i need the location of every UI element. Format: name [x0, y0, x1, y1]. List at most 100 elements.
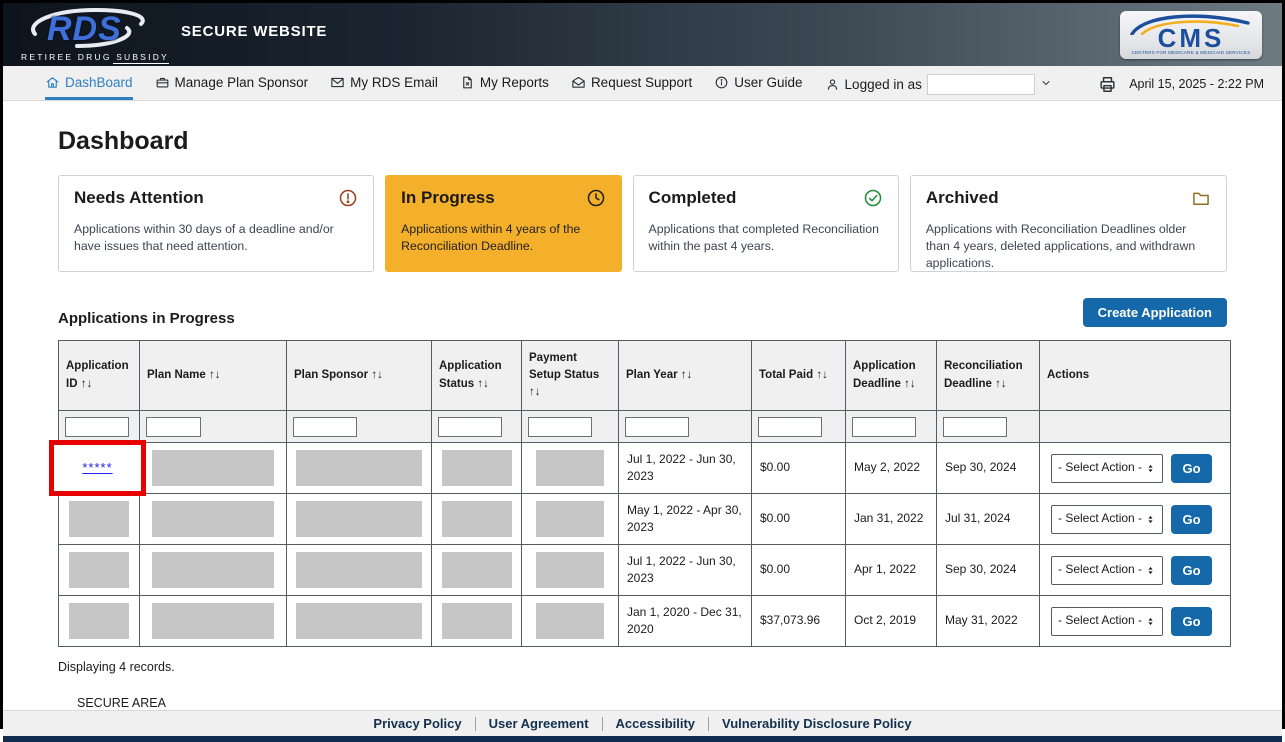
card-in-progress[interactable]: In Progress Applications within 4 years …	[385, 175, 621, 272]
alert-circle-icon	[338, 188, 358, 213]
reconciliation-deadline-cell: Sep 30, 2024	[937, 443, 1040, 494]
lock-icon	[58, 696, 72, 710]
nav-my-rds-email[interactable]: My RDS Email	[330, 66, 438, 100]
redacted-payment-setup-status	[536, 552, 604, 588]
redacted-plan-name	[152, 501, 274, 537]
info-icon	[714, 75, 729, 90]
card-archived[interactable]: Archived Applications with Reconciliatio…	[910, 175, 1227, 272]
nav-user-guide[interactable]: User Guide	[714, 66, 802, 100]
footer: Privacy Policy User Agreement Accessibil…	[3, 710, 1282, 742]
reconciliation-deadline-cell: Jul 31, 2024	[937, 494, 1040, 545]
col-application-id[interactable]: Application ID ↑↓	[59, 341, 140, 411]
plan-year-cell: Jan 1, 2020 - Dec 31, 2020	[619, 596, 752, 647]
col-reconciliation-deadline[interactable]: Reconciliation Deadline ↑↓	[937, 341, 1040, 411]
create-application-button[interactable]: Create Application	[1083, 298, 1227, 327]
rds-tagline: Retiree Drug Subsidy	[21, 52, 169, 62]
nav-manage-plan-sponsor[interactable]: Manage Plan Sponsor	[155, 66, 309, 100]
printer-icon[interactable]	[1098, 75, 1117, 94]
logged-in-user-select[interactable]	[927, 74, 1035, 95]
filter-plan-name-input[interactable]	[146, 417, 201, 437]
table-row: Jan 1, 2020 - Dec 31, 2020 $37,073.96 Oc…	[59, 596, 1231, 647]
redacted-application-status	[442, 501, 512, 537]
report-icon	[460, 75, 475, 90]
rds-brand: RDS	[47, 10, 122, 49]
redacted-application-status	[442, 552, 512, 588]
footer-separator	[708, 717, 709, 731]
redacted-plan-name	[152, 603, 274, 639]
col-plan-name[interactable]: Plan Name ↑↓	[140, 341, 287, 411]
page-title: Dashboard	[58, 127, 1227, 156]
chevron-down-icon[interactable]	[1040, 77, 1052, 92]
sort-arrows-icon: ↑↓	[81, 378, 93, 390]
go-button[interactable]: Go	[1171, 505, 1212, 534]
col-payment-setup-status[interactable]: Payment Setup Status ↑↓	[522, 341, 619, 411]
spinner-arrows-icon	[1145, 514, 1156, 525]
total-paid-cell: $37,073.96	[752, 596, 846, 647]
application-deadline-cell: Apr 1, 2022	[846, 545, 937, 596]
current-datetime: April 15, 2025 - 2:22 PM	[1129, 77, 1264, 91]
redacted-application-id	[69, 501, 129, 537]
redacted-payment-setup-status	[536, 450, 604, 486]
sort-arrows-icon: ↑↓	[904, 378, 916, 390]
go-button[interactable]: Go	[1171, 454, 1212, 483]
filter-total-paid-input[interactable]	[758, 417, 822, 437]
nav-dashboard[interactable]: DashBoard	[45, 66, 133, 100]
go-button[interactable]: Go	[1171, 607, 1212, 636]
filter-reconciliation-deadline-input[interactable]	[943, 417, 1007, 437]
filter-plan-year-input[interactable]	[625, 417, 689, 437]
rds-logo: RDS Retiree Drug Subsidy	[21, 8, 153, 62]
plan-year-cell: May 1, 2022 - Apr 30, 2023	[619, 494, 752, 545]
table-row: ***** Jul 1, 2022 - Jun 30, 2023 $0.00 M…	[59, 443, 1231, 494]
applications-table: Application ID ↑↓ Plan Name ↑↓ Plan Spon…	[58, 340, 1231, 647]
briefcase-icon	[155, 75, 170, 90]
col-plan-year[interactable]: Plan Year ↑↓	[619, 341, 752, 411]
table-row: Jul 1, 2022 - Jun 30, 2023 $0.00 Apr 1, …	[59, 545, 1231, 596]
redacted-plan-sponsor	[296, 552, 422, 588]
col-total-paid[interactable]: Total Paid ↑↓	[752, 341, 846, 411]
filter-application-status-input[interactable]	[438, 417, 502, 437]
card-completed[interactable]: Completed Applications that completed Re…	[633, 175, 899, 272]
filter-application-id-input[interactable]	[65, 417, 129, 437]
main-content: Dashboard Needs Attention Applications w…	[3, 101, 1282, 710]
col-application-deadline[interactable]: Application Deadline ↑↓	[846, 341, 937, 411]
clock-icon	[586, 188, 606, 213]
table-header-row: Application ID ↑↓ Plan Name ↑↓ Plan Spon…	[59, 341, 1231, 411]
footer-separator	[602, 717, 603, 731]
select-action-dropdown[interactable]: - Select Action -	[1051, 454, 1163, 483]
filter-payment-setup-status-input[interactable]	[528, 417, 592, 437]
card-needs-attention[interactable]: Needs Attention Applications within 30 d…	[58, 175, 374, 272]
secure-area-label: SECURE AREA	[77, 696, 166, 710]
select-action-dropdown[interactable]: - Select Action -	[1051, 505, 1163, 534]
nav-my-reports[interactable]: My Reports	[460, 66, 549, 100]
home-icon	[45, 75, 60, 90]
total-paid-cell: $0.00	[752, 545, 846, 596]
redacted-plan-name	[152, 450, 274, 486]
col-application-status[interactable]: Application Status ↑↓	[432, 341, 522, 411]
plan-year-cell: Jul 1, 2022 - Jun 30, 2023	[619, 545, 752, 596]
application-deadline-cell: Oct 2, 2019	[846, 596, 937, 647]
nav-request-support[interactable]: Request Support	[571, 66, 692, 100]
total-paid-cell: $0.00	[752, 443, 846, 494]
select-action-dropdown[interactable]: - Select Action -	[1051, 607, 1163, 636]
sort-arrows-icon: ↑↓	[529, 386, 541, 398]
reconciliation-deadline-cell: May 31, 2022	[937, 596, 1040, 647]
select-action-dropdown[interactable]: - Select Action -	[1051, 556, 1163, 585]
go-button[interactable]: Go	[1171, 556, 1212, 585]
reconciliation-deadline-cell: Sep 30, 2024	[937, 545, 1040, 596]
sort-arrows-icon: ↑↓	[371, 369, 383, 381]
filter-application-deadline-input[interactable]	[852, 417, 916, 437]
filter-plan-sponsor-input[interactable]	[293, 417, 357, 437]
spinner-arrows-icon	[1145, 463, 1156, 474]
logged-in-as: Logged in as	[825, 66, 1052, 100]
sort-arrows-icon: ↑↓	[816, 369, 828, 381]
check-circle-icon	[863, 188, 883, 213]
applications-heading: Applications in Progress	[58, 310, 235, 327]
record-count: Displaying 4 records.	[58, 660, 1227, 674]
col-actions: Actions	[1040, 341, 1231, 411]
redacted-payment-setup-status	[536, 501, 604, 537]
table-row: May 1, 2022 - Apr 30, 2023 $0.00 Jan 31,…	[59, 494, 1231, 545]
application-id-link[interactable]: *****	[82, 459, 112, 478]
support-envelope-icon	[571, 75, 586, 90]
col-plan-sponsor[interactable]: Plan Sponsor ↑↓	[287, 341, 432, 411]
envelope-icon	[330, 75, 345, 90]
